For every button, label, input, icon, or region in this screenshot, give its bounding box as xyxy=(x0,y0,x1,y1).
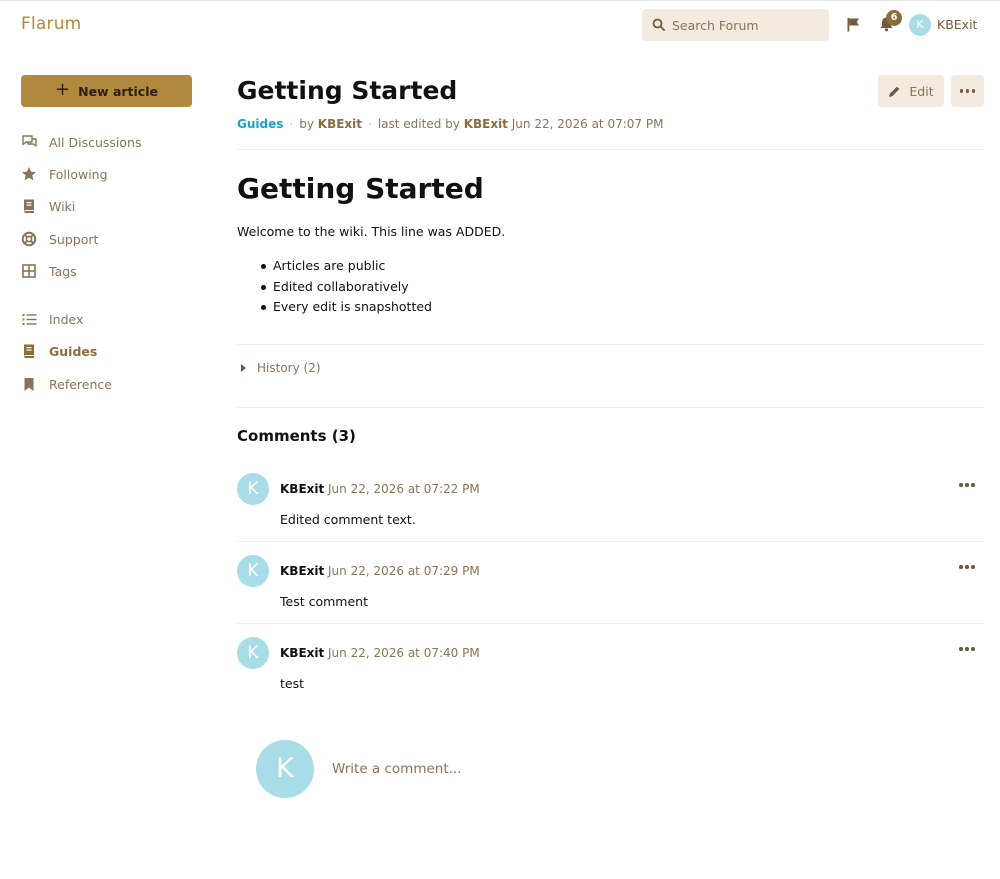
search-input[interactable] xyxy=(672,9,822,41)
bookmark-icon xyxy=(20,375,38,393)
comment-time: Jun 22, 2026 at 07:40 PM xyxy=(328,646,480,660)
avatar: K xyxy=(909,14,931,36)
list-item: Edited collaboratively xyxy=(260,277,432,298)
new-article-button[interactable]: + New article xyxy=(21,75,192,107)
edit-label: Edit xyxy=(909,83,934,99)
comment-text: test xyxy=(280,676,305,691)
notification-badge: 6 xyxy=(886,10,902,26)
tags-grid-icon xyxy=(20,262,38,280)
plus-icon: + xyxy=(55,79,71,100)
divider xyxy=(237,541,984,542)
sidebar-item-label: Following xyxy=(49,166,108,182)
avatar[interactable]: K xyxy=(237,637,269,669)
sidebar-item-label: Wiki xyxy=(49,198,76,214)
sidebar-item-label: Index xyxy=(49,311,84,327)
divider xyxy=(237,149,984,150)
star-icon xyxy=(20,165,38,183)
article-title: Getting Started xyxy=(237,76,458,105)
username-label: KBExit xyxy=(937,17,978,32)
content-paragraph: Welcome to the wiki. This line was ADDED… xyxy=(237,224,506,239)
sidebar-item-label: Support xyxy=(49,231,99,247)
pencil-icon xyxy=(889,86,900,97)
list-item: Every edit is snapshotted xyxy=(260,297,432,318)
sidebar-item-label: Reference xyxy=(49,376,112,392)
lifebuoy-icon xyxy=(20,230,38,248)
comment-item: K KBExit Jun 22, 2026 at 07:22 PM Edited… xyxy=(237,473,984,555)
article-tag[interactable]: Guides xyxy=(237,117,283,131)
comment-input[interactable] xyxy=(332,758,732,780)
edit-button[interactable]: Edit xyxy=(878,75,944,107)
search-box[interactable] xyxy=(642,9,829,41)
ellipsis-icon[interactable] xyxy=(959,565,975,569)
search-icon xyxy=(652,18,665,31)
sidebar-item-tags[interactable]: Tags xyxy=(20,260,200,282)
ellipsis-icon xyxy=(959,89,976,93)
brand-logo[interactable]: Flarum xyxy=(21,14,81,34)
article-more-button[interactable] xyxy=(951,75,984,107)
divider xyxy=(237,407,984,408)
comment-author[interactable]: KBExit xyxy=(280,482,324,496)
comments-icon xyxy=(20,133,38,151)
sidebar-item-reference[interactable]: Reference xyxy=(20,373,200,395)
comment-author[interactable]: KBExit xyxy=(280,564,324,578)
sidebar-item-label: Guides xyxy=(49,343,98,359)
book-icon xyxy=(20,197,38,215)
divider xyxy=(237,623,984,624)
ellipsis-icon[interactable] xyxy=(959,483,975,487)
comment-text: Test comment xyxy=(280,594,368,609)
flag-icon[interactable] xyxy=(846,17,861,32)
sidebar-item-all-discussions[interactable]: All Discussions xyxy=(20,131,200,153)
avatar: K xyxy=(256,740,314,798)
edited-prefix: last edited by xyxy=(377,117,460,131)
sidebar-item-index[interactable]: Index xyxy=(20,308,200,330)
new-article-label: New article xyxy=(78,83,158,99)
comment-text: Edited comment text. xyxy=(280,512,416,527)
caret-right-icon xyxy=(241,364,246,372)
author-link[interactable]: KBExit xyxy=(318,117,362,131)
comment-author[interactable]: KBExit xyxy=(280,646,324,660)
sidebar-item-following[interactable]: Following xyxy=(20,163,200,185)
list-item: Articles are public xyxy=(260,256,432,277)
content-list: Articles are public Edited collaborative… xyxy=(260,256,432,318)
comment-time: Jun 22, 2026 at 07:29 PM xyxy=(328,564,480,578)
history-toggle[interactable]: History (2) xyxy=(241,361,321,375)
comments-heading: Comments (3) xyxy=(237,427,356,445)
comment-item: K KBExit Jun 22, 2026 at 07:29 PM Test c… xyxy=(237,555,984,637)
sidebar-item-guides[interactable]: Guides xyxy=(20,340,200,362)
avatar[interactable]: K xyxy=(237,473,269,505)
article-meta: Guides · by KBExit · last edited by KBExit J… xyxy=(237,117,664,131)
comment-time: Jun 22, 2026 at 07:22 PM xyxy=(328,482,480,496)
list-icon xyxy=(20,310,38,328)
history-label: History (2) xyxy=(257,361,321,375)
sidebar-item-label: All Discussions xyxy=(49,134,142,150)
book-icon xyxy=(20,342,38,360)
avatar[interactable]: K xyxy=(237,555,269,587)
sidebar-item-wiki[interactable]: Wiki xyxy=(20,195,200,217)
top-header: Flarum 6 K KBExit xyxy=(0,0,1000,48)
edited-time: Jun 22, 2026 at 07:07 PM xyxy=(511,117,664,131)
comment-item: K KBExit Jun 22, 2026 at 07:40 PM test xyxy=(237,637,984,719)
sidebar-item-label: Tags xyxy=(49,263,77,279)
sidebar-item-support[interactable]: Support xyxy=(20,228,200,250)
ellipsis-icon[interactable] xyxy=(959,647,975,651)
content-heading: Getting Started xyxy=(237,172,484,205)
editor-link[interactable]: KBExit xyxy=(464,117,508,131)
divider xyxy=(237,344,984,345)
by-prefix: by xyxy=(299,117,314,131)
